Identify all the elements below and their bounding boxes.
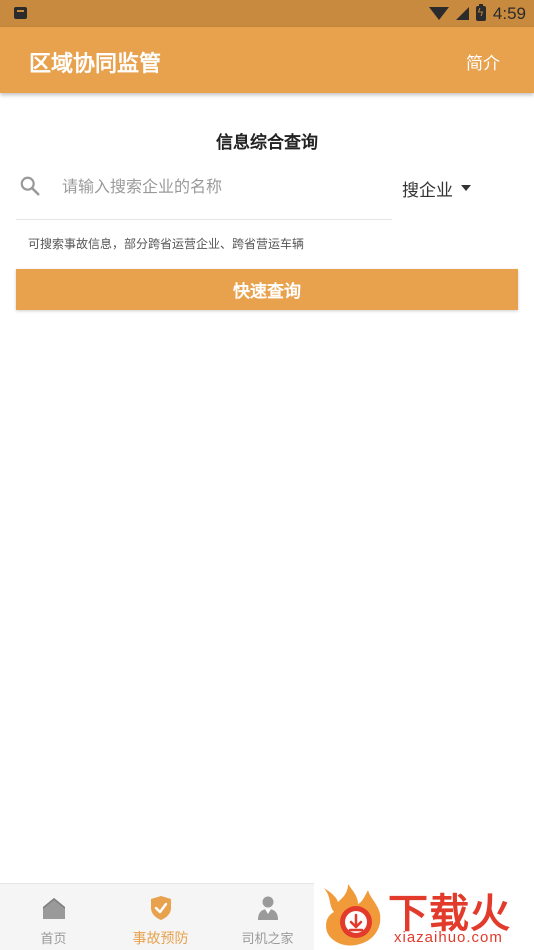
- flame-logo-icon: [324, 884, 381, 946]
- search-type-dropdown[interactable]: 搜企业: [402, 176, 471, 201]
- battery-charging-icon: [475, 4, 486, 21]
- section-title: 信息综合查询: [216, 133, 318, 153]
- home-icon: [42, 898, 65, 919]
- nav-label-accident-prevention: 事故预防: [132, 931, 189, 947]
- signal-icon: [455, 7, 469, 20]
- nav-label-home: 首页: [40, 932, 67, 947]
- app-bar: 区域协同监管 简介: [0, 27, 534, 93]
- app-title: 区域协同监管: [29, 51, 162, 77]
- search-hint: 可搜索事故信息，部分跨省运营企业、跨省营运车辆: [28, 237, 305, 251]
- status-time: 4:59: [492, 3, 526, 23]
- notification-icon: [14, 7, 27, 19]
- search-bar: [16, 160, 392, 220]
- caret-down-icon: [461, 185, 471, 191]
- search-icon: [20, 176, 40, 196]
- status-icons: 4:59: [428, 0, 526, 27]
- quick-query-button[interactable]: 快速查询: [16, 269, 518, 310]
- search-input[interactable]: [62, 172, 382, 200]
- search-type-label: 搜企业: [402, 180, 453, 201]
- nav-item-driver-home[interactable]: 司机之家: [214, 884, 321, 950]
- nav-item-accident-prevention[interactable]: 事故预防: [107, 884, 214, 950]
- watermark-domain: xiazaihuo.com: [394, 929, 503, 946]
- nav-item-home[interactable]: 首页: [0, 884, 107, 950]
- intro-button[interactable]: 简介: [466, 49, 500, 74]
- wifi-icon: [428, 7, 449, 20]
- nav-label-driver-home: 司机之家: [241, 932, 294, 947]
- shield-check-icon: [150, 896, 171, 920]
- driver-icon: [257, 896, 278, 920]
- status-bar: 4:59: [0, 0, 534, 27]
- watermark: 下载火 xiazaihuo.com: [314, 880, 534, 950]
